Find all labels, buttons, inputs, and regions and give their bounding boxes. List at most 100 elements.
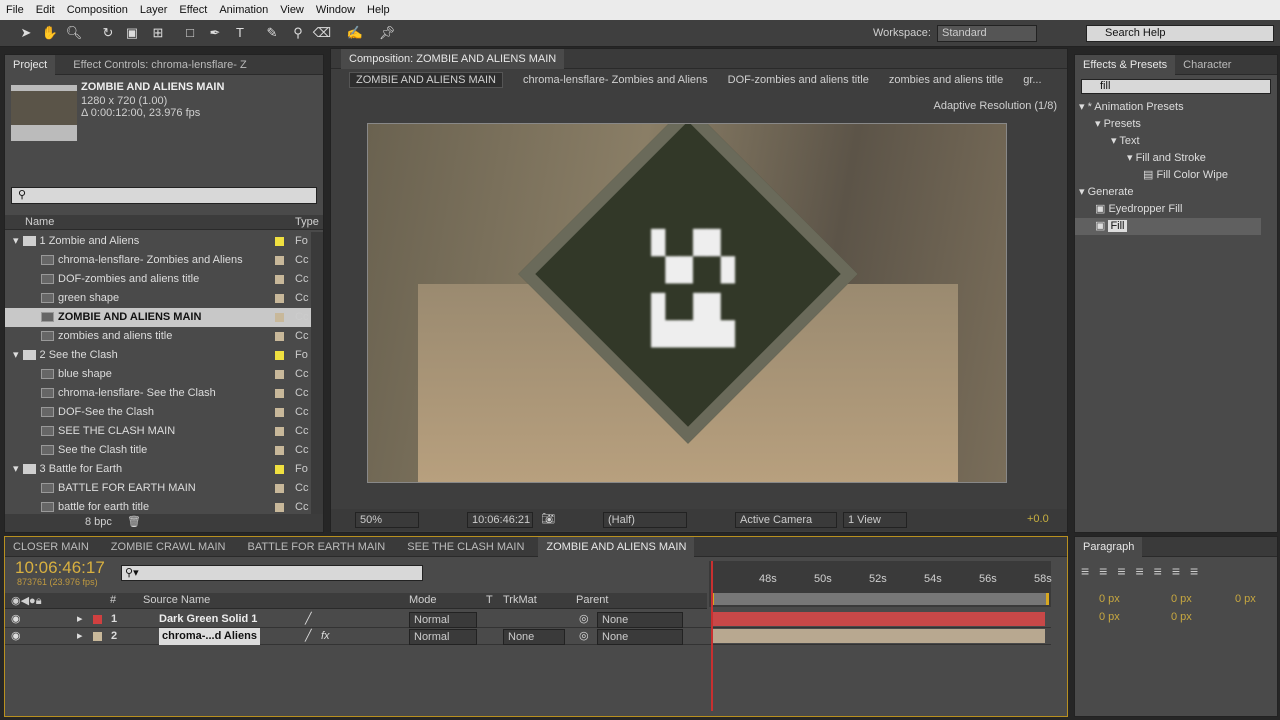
resolution-select[interactable]: (Half) (603, 512, 687, 528)
timeline-search-input[interactable]: ⚲▾ (121, 565, 423, 581)
exposure-value[interactable]: +0.0 (1027, 513, 1049, 525)
composition-viewer[interactable]: ▚▞▚ ▙▟▙ (367, 123, 1007, 483)
effects-tree-item[interactable]: ▾ Generate (1075, 184, 1261, 201)
trash-icon[interactable]: 🗑︎ (127, 515, 141, 528)
project-item[interactable]: blue shape Cc (5, 365, 311, 384)
layer-duration-bar[interactable] (711, 629, 1045, 643)
project-item[interactable]: BATTLE FOR EARTH MAIN Cc (5, 479, 311, 498)
current-time-display[interactable]: 10:06:46:21 (467, 512, 533, 528)
selection-tool-icon[interactable]: ➤ (16, 24, 36, 42)
project-scrollbar[interactable] (311, 232, 323, 514)
fx-icon[interactable]: fx (321, 628, 330, 645)
eraser-tool-icon[interactable]: ⌫ (312, 24, 332, 42)
menu-file[interactable]: File (0, 4, 30, 16)
blend-mode-select[interactable]: Normal (409, 612, 477, 628)
breadcrumb-item[interactable]: ZOMBIE AND ALIENS MAIN (349, 72, 503, 88)
expand-triangle-icon[interactable]: ▾ (13, 349, 19, 361)
tab-paragraph[interactable]: Paragraph (1075, 536, 1143, 557)
expand-triangle-icon[interactable]: ▸ (77, 628, 83, 645)
menu-edit[interactable]: Edit (30, 4, 61, 16)
pan-behind-tool-icon[interactable]: ⊞ (148, 24, 168, 42)
project-search-input[interactable]: ⚲ (11, 187, 317, 204)
space-after-value[interactable]: 0 px (1171, 611, 1192, 623)
label-color-swatch[interactable] (275, 256, 284, 265)
label-color-swatch[interactable] (275, 351, 284, 360)
effects-tree-item[interactable]: ▾ * Animation Presets (1075, 99, 1261, 116)
magnification-select[interactable]: 50% (355, 512, 419, 528)
blend-mode-select[interactable]: Normal (409, 629, 477, 645)
project-item[interactable]: chroma-lensflare- See the Clash Cc (5, 384, 311, 403)
effects-search-input[interactable]: fill (1081, 79, 1271, 94)
work-area-bar[interactable] (711, 593, 1049, 605)
col-type[interactable]: Type (295, 216, 319, 228)
project-item[interactable]: green shape Cc (5, 289, 311, 308)
project-folder[interactable]: ▾ 2 See the Clash Fo (5, 346, 311, 365)
layer-name[interactable]: Dark Green Solid 1 (159, 611, 257, 628)
layer-label-color[interactable] (93, 632, 102, 641)
brush-tool-icon[interactable]: ✎ (262, 24, 282, 42)
col-source-name[interactable]: Source Name (143, 594, 210, 606)
indent-first-value[interactable]: 0 px (1171, 593, 1192, 605)
rectangle-tool-icon[interactable]: □ (180, 24, 200, 42)
pickwhip-icon[interactable]: ◎ (579, 628, 589, 645)
pickwhip-icon[interactable]: ◎ (579, 611, 589, 628)
col-trkmat[interactable]: TrkMat (503, 594, 537, 606)
snapshot-icon[interactable]: 📷︎ (541, 512, 555, 525)
puppet-tool-icon[interactable]: 📌︎ (377, 24, 397, 42)
menu-animation[interactable]: Animation (213, 4, 274, 16)
project-folder[interactable]: ▾ 3 Battle for Earth Fo (5, 460, 311, 479)
hand-tool-icon[interactable]: ✋ (40, 24, 60, 42)
pen-switch-icon[interactable]: ╱ (305, 628, 312, 645)
tab-effect-controls[interactable]: Effect Controls: chroma-lensflare- Z (65, 55, 254, 75)
project-folder[interactable]: ▾ 1 Zombie and Aliens Fo (5, 232, 311, 251)
tab-composition[interactable]: Composition: ZOMBIE AND ALIENS MAIN (341, 48, 565, 69)
menu-window[interactable]: Window (310, 4, 361, 16)
menu-layer[interactable]: Layer (134, 4, 174, 16)
visibility-eye-icon[interactable]: ◉ (11, 628, 21, 645)
rotate-tool-icon[interactable]: ↻ (98, 24, 118, 42)
workspace-select[interactable]: Standard (937, 25, 1037, 42)
timeline-tab[interactable]: SEE THE CLASH MAIN (399, 537, 532, 557)
breadcrumb-item[interactable]: chroma-lensflare- Zombies and Aliens (523, 74, 708, 86)
label-color-swatch[interactable] (275, 503, 284, 512)
breadcrumb-item[interactable]: zombies and aliens title (889, 74, 1003, 86)
search-help-input[interactable]: Search Help (1086, 25, 1274, 42)
tab-effects-presets[interactable]: Effects & Presets (1075, 54, 1176, 75)
effects-tree-item[interactable]: ▾ Presets (1075, 116, 1261, 133)
expand-triangle-icon[interactable]: ▾ (13, 235, 19, 247)
breadcrumb-item[interactable]: DOF-zombies and aliens title (728, 74, 869, 86)
label-color-swatch[interactable] (275, 427, 284, 436)
menu-help[interactable]: Help (361, 4, 396, 16)
project-item[interactable]: ZOMBIE AND ALIENS MAIN Cc (5, 308, 311, 327)
roto-brush-tool-icon[interactable]: ✍ (345, 24, 365, 42)
indent-left-value[interactable]: 0 px (1099, 593, 1120, 605)
time-ruler[interactable]: 48s 50s 52s 54s 56s 58s (709, 561, 1052, 607)
effects-tree-item[interactable]: ▣ Eyedropper Fill (1075, 201, 1261, 218)
space-before-value[interactable]: 0 px (1099, 611, 1120, 623)
playhead[interactable] (711, 561, 713, 711)
label-color-swatch[interactable] (275, 370, 284, 379)
menu-composition[interactable]: Composition (61, 4, 134, 16)
project-item[interactable]: chroma-lensflare- Zombies and Aliens Cc (5, 251, 311, 270)
project-item[interactable]: DOF-zombies and aliens title Cc (5, 270, 311, 289)
label-color-swatch[interactable] (275, 446, 284, 455)
menu-effect[interactable]: Effect (173, 4, 213, 16)
layer-row[interactable]: ◉ ▸ 1 Dark Green Solid 1 ╱ Normal ◎ None (5, 611, 1051, 628)
timeline-tab[interactable]: ZOMBIE AND ALIENS MAIN (538, 536, 695, 557)
visibility-eye-icon[interactable]: ◉ (11, 611, 21, 628)
parent-select[interactable]: None (597, 612, 683, 628)
label-color-swatch[interactable] (275, 294, 284, 303)
expand-triangle-icon[interactable]: ▾ (13, 463, 19, 475)
project-item[interactable]: zombies and aliens title Cc (5, 327, 311, 346)
layer-row[interactable]: ◉ ▸ 2 chroma-...d Aliens ╱ fx Normal None ◎ None (5, 628, 1051, 645)
timeline-tab[interactable]: CLOSER MAIN (5, 537, 97, 557)
pen-tool-icon[interactable]: ✒ (205, 24, 225, 42)
label-color-swatch[interactable] (275, 465, 284, 474)
effects-tree-item[interactable]: ▾ Text (1075, 133, 1261, 150)
layer-name[interactable]: chroma-...d Aliens (159, 628, 260, 645)
label-color-swatch[interactable] (275, 484, 284, 493)
timeline-timecode[interactable]: 10:06:46:17 (15, 558, 105, 578)
project-item[interactable]: See the Clash title Cc (5, 441, 311, 460)
label-color-swatch[interactable] (275, 313, 284, 322)
col-name[interactable]: Name (25, 216, 54, 228)
